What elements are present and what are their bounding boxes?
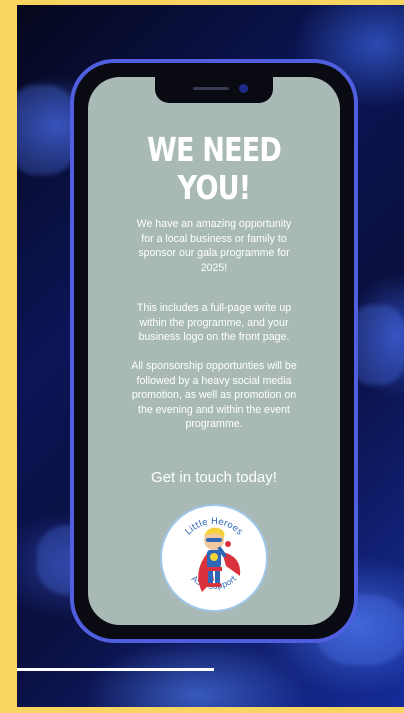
text-line: All sponsorship opportunties will be [131,360,297,372]
text-line: followed by a heavy social media [136,374,292,387]
text-line: We have an amazing opportunity [136,218,292,230]
screen-content: WE NEED YOU! We have an amazing opportun… [88,77,340,625]
poster-background: WE NEED YOU! We have an amazing opportun… [17,5,404,707]
text-line: sponsor our gala programme for [138,247,290,259]
text-line: programme. [185,418,243,430]
little-heroes-logo: Little Heroes ASD Support [160,504,268,612]
speaker-icon [193,87,229,90]
text-line: for a local business or family to [141,232,287,245]
svg-text:ASD Support: ASD Support [190,574,239,591]
phone-frame: WE NEED YOU! We have an amazing opportun… [70,59,358,643]
text-line: 2025! [200,261,228,274]
text-line: the evening and within the event [138,403,290,416]
text-line: promotion, as well as promotion on [131,389,297,401]
paragraph-promotion: All sponsorship opportunties will be fol… [110,359,318,432]
call-to-action: Get in touch today! [151,469,277,486]
headline: WE NEED YOU! [111,131,318,207]
text-line: within the programme, and your [139,316,289,329]
paragraph-includes: This includes a full-page write up withi… [110,301,318,345]
headline-line-2: YOU! [177,168,251,207]
camera-icon [239,84,248,93]
text-line: business logo on the front page. [138,331,290,343]
phone-notch [155,77,273,103]
superhero-icon: Little Heroes ASD Support [184,517,245,592]
decorative-line [17,668,214,671]
logo-bottom-text: ASD Support [190,574,239,591]
paragraph-opportunity: We have an amazing opportunity for a loc… [110,217,318,275]
headline-line-1: WE NEED [146,130,282,169]
bokeh-light [17,85,77,175]
text-line: This includes a full-page write up [136,302,292,314]
phone-screen: WE NEED YOU! We have an amazing opportun… [88,77,340,625]
